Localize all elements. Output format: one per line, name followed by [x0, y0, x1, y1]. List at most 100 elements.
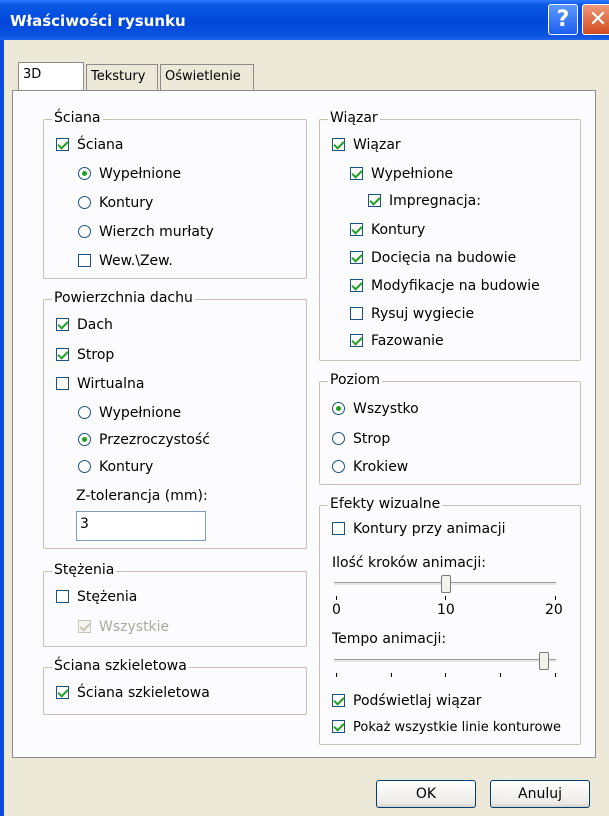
radio-sciana-wypelnione[interactable]: Wypełnione [78, 165, 181, 183]
tab-oswietlenie[interactable]: Oświetlenie [160, 64, 254, 90]
radio-sciana-wierzch[interactable]: Wierzch murłaty [78, 223, 214, 241]
radio-wszystko[interactable]: Wszystko [332, 400, 419, 418]
checkbox-stezenia[interactable]: Stężenia [56, 588, 137, 606]
checkbox-strop[interactable]: Strop [56, 346, 114, 364]
tab-tekstury[interactable]: Tekstury [86, 64, 158, 90]
checkbox-box[interactable] [56, 138, 69, 151]
ztolerancja-input[interactable]: 3 [76, 511, 206, 541]
checkbox-dach-label: Dach [77, 317, 113, 333]
checkbox-box[interactable] [332, 138, 345, 151]
checkbox-label: Podświetlaj wiązar [353, 693, 482, 709]
checkbox-fazowanie[interactable]: Fazowanie [350, 332, 444, 350]
ok-button[interactable]: OK [376, 780, 476, 808]
checkbox-label: Docięcia na budowie [371, 250, 517, 266]
checkbox-label: Impregnacja: [389, 193, 481, 209]
radio-dot[interactable] [78, 196, 91, 209]
radio-dach-kontury[interactable]: Kontury [78, 458, 153, 476]
radio-label: Wierzch murłaty [99, 224, 214, 240]
checkbox-wiazar-kontury[interactable]: Kontury [350, 221, 425, 239]
radio-dot[interactable] [332, 432, 345, 445]
group-wiazar-legend: Wiązar [328, 110, 380, 126]
tempo-tick-2 [391, 673, 392, 677]
checkbox-box[interactable] [350, 334, 363, 347]
checkbox-box[interactable] [350, 251, 363, 264]
checkbox-strop-label: Strop [77, 347, 115, 363]
checkbox-szkielet-label: Ściana szkieletowa [77, 685, 210, 701]
radio-sciana-kontury[interactable]: Kontury [78, 194, 153, 212]
radio-label: Wypełnione [99, 405, 182, 421]
radio-krokiew[interactable]: Krokiew [332, 458, 408, 476]
checkbox-box[interactable] [56, 318, 69, 331]
checkbox-dociecia[interactable]: Docięcia na budowie [350, 249, 516, 267]
radio-label: Krokiew [353, 459, 409, 475]
radio-dot[interactable] [332, 460, 345, 473]
radio-dot[interactable] [78, 460, 91, 473]
radio-poziom-strop[interactable]: Strop [332, 430, 390, 448]
checkbox-box[interactable] [56, 590, 69, 603]
checkbox-kontury-animacji[interactable]: Kontury przy animacji [332, 520, 506, 538]
checkbox-sciana[interactable]: Ściana [56, 136, 124, 154]
checkbox-box[interactable] [332, 522, 345, 535]
kroki-tick-mid [445, 596, 446, 600]
group-poziom-legend: Poziom [328, 372, 382, 388]
checkbox-modyfikacje[interactable]: Modyfikacje na budowie [350, 277, 540, 295]
checkbox-box[interactable] [56, 348, 69, 361]
radio-dot[interactable] [78, 433, 91, 446]
kroki-tick-min [336, 596, 337, 600]
checkbox-label: Modyfikacje na budowie [371, 278, 540, 294]
checkbox-wiazar-wypelnione[interactable]: Wypełnione [350, 165, 453, 183]
radio-label: Strop [353, 431, 391, 447]
help-icon: ? [556, 7, 570, 32]
checkbox-box[interactable] [332, 694, 345, 707]
tab-tekstury-label: Tekstury [91, 69, 146, 84]
group-powierzchnia-dachu: Powierzchnia dachu Dach Strop Wirtualna … [43, 290, 307, 549]
checkbox-sciana-szkieletowa[interactable]: Ściana szkieletowa [56, 684, 210, 702]
group-sciana: Ściana Ściana Wypełnione Kontury Wierzch… [43, 110, 307, 279]
radio-dot[interactable] [332, 402, 345, 415]
title-bar: Właściwości rysunku ? ✕ [0, 0, 609, 40]
radio-dach-wypelnione[interactable]: Wypełnione [78, 404, 181, 422]
group-szkielet-legend: Ściana szkieletowa [52, 658, 189, 674]
checkbox-podswietlaj[interactable]: Podświetlaj wiązar [332, 692, 482, 710]
group-stezenia-legend: Stężenia [52, 562, 117, 578]
close-button[interactable]: ✕ [582, 4, 609, 35]
radio-dot[interactable] [78, 225, 91, 238]
checkbox-dach[interactable]: Dach [56, 316, 113, 334]
checkbox-box[interactable] [56, 686, 69, 699]
checkbox-wszystkie: Wszystkie [78, 618, 169, 636]
checkbox-wygiecie[interactable]: Rysuj wygiecie [350, 305, 474, 323]
checkbox-box[interactable] [350, 167, 363, 180]
checkbox-box[interactable] [78, 254, 91, 267]
radio-dach-przezroczystosc[interactable]: Przezroczystość [78, 431, 210, 449]
kroki-max-label: 20 [545, 602, 563, 618]
tab-panel-3d: Ściana Ściana Wypełnione Kontury Wierzch… [12, 90, 596, 758]
tempo-tick-5 [555, 673, 556, 677]
checkbox-box[interactable] [56, 377, 69, 390]
radio-dot[interactable] [78, 406, 91, 419]
group-wiazar: Wiązar Wiązar Wypełnione Impregnacja: Ko… [319, 110, 581, 361]
tab-3d[interactable]: 3D [18, 62, 84, 92]
tempo-tick-4 [500, 673, 501, 677]
checkbox-box[interactable] [332, 720, 345, 733]
checkbox-box[interactable] [368, 194, 381, 207]
checkbox-label: Fazowanie [371, 333, 444, 349]
checkbox-pokaz-linie[interactable]: Pokaż wszystkie linie konturowe [332, 719, 561, 737]
tab-3d-label: 3D [23, 67, 42, 82]
tempo-slider-track[interactable] [334, 659, 556, 663]
checkbox-wewzew[interactable]: Wew.\Zew. [78, 252, 173, 270]
checkbox-box[interactable] [350, 279, 363, 292]
checkbox-box[interactable] [350, 307, 363, 320]
radio-label: Kontury [99, 459, 154, 475]
tempo-slider-thumb[interactable] [539, 652, 550, 670]
cancel-button[interactable]: Anuluj [490, 780, 590, 808]
checkbox-stezenia-label: Stężenia [77, 589, 138, 605]
checkbox-wiazar[interactable]: Wiązar [332, 136, 401, 154]
checkbox-impregnacja[interactable]: Impregnacja: [368, 192, 481, 210]
checkbox-box[interactable] [350, 223, 363, 236]
window-title: Właściwości rysunku [10, 12, 186, 30]
kroki-slider-thumb[interactable] [440, 575, 451, 593]
radio-dot[interactable] [78, 167, 91, 180]
help-button[interactable]: ? [548, 4, 578, 35]
checkbox-wirtualna[interactable]: Wirtualna [56, 375, 144, 393]
radio-label: Kontury [99, 195, 154, 211]
